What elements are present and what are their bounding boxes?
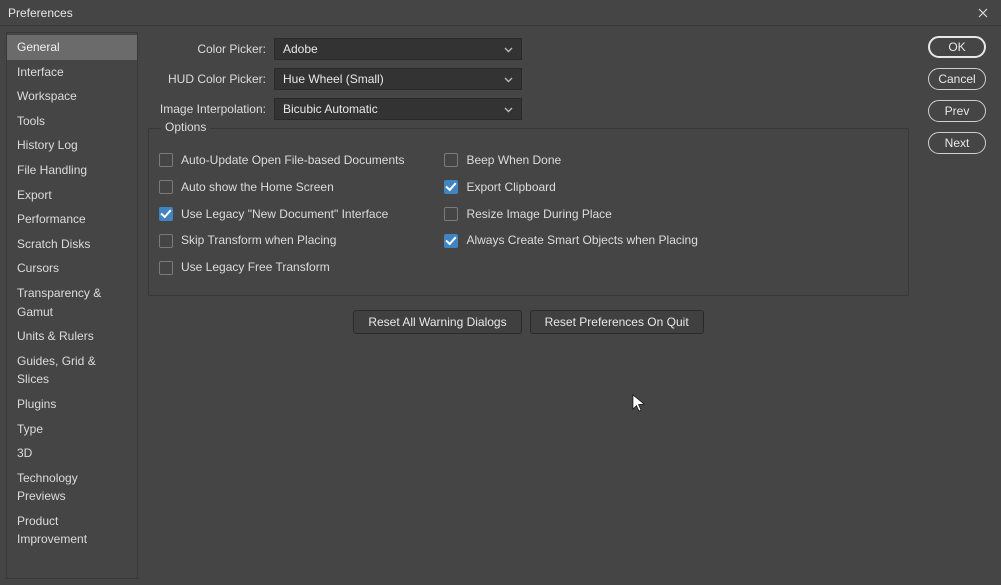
checkbox[interactable] [159,180,173,194]
checkbox[interactable] [444,180,458,194]
sidebar-item-label: Interface [17,65,64,79]
option-label: Beep When Done [466,152,561,169]
sidebar-item-type[interactable]: Type [7,417,137,442]
chevron-down-icon [504,102,513,116]
color-picker-dropdown[interactable]: Adobe [274,38,522,60]
sidebar-item-transparency-gamut[interactable]: Transparency & Gamut [7,281,137,324]
sidebar-item-label: General [17,40,60,54]
sidebar-item-guides-grid-slices[interactable]: Guides, Grid & Slices [7,349,137,392]
hud-color-picker-dropdown[interactable]: Hue Wheel (Small) [274,68,522,90]
checkbox[interactable] [159,153,173,167]
checkbox[interactable] [444,234,458,248]
hud-color-picker-value: Hue Wheel (Small) [283,72,384,86]
reset-preferences-on-quit-button[interactable]: Reset Preferences On Quit [530,310,704,334]
prev-button[interactable]: Prev [928,100,986,122]
sidebar-item-label: Cursors [17,261,59,275]
option-left-4[interactable]: Use Legacy Free Transform [159,254,404,281]
sidebar-item-general[interactable]: General [7,35,137,60]
option-label: Always Create Smart Objects when Placing [466,232,697,249]
next-button[interactable]: Next [928,132,986,154]
color-picker-value: Adobe [283,42,318,56]
option-label: Auto show the Home Screen [181,179,334,196]
option-right-1[interactable]: Export Clipboard [444,174,697,201]
image-interpolation-label: Image Interpolation: [148,102,266,116]
checkbox[interactable] [159,234,173,248]
cancel-button[interactable]: Cancel [928,68,986,90]
sidebar-item-tools[interactable]: Tools [7,109,137,134]
sidebar-item-product-improvement[interactable]: Product Improvement [7,509,137,552]
sidebar-item-label: Technology Previews [17,471,78,504]
checkbox[interactable] [444,153,458,167]
sidebar-item-file-handling[interactable]: File Handling [7,158,137,183]
options-legend: Options [161,120,210,134]
close-button[interactable] [973,3,993,23]
button-label: OK [948,40,965,54]
titlebar: Preferences [0,0,1001,26]
sidebar-item-workspace[interactable]: Workspace [7,84,137,109]
button-label: Cancel [938,72,975,86]
option-label: Use Legacy "New Document" Interface [181,206,388,223]
option-left-2[interactable]: Use Legacy "New Document" Interface [159,201,404,228]
chevron-down-icon [504,42,513,56]
button-label: Next [945,136,970,150]
sidebar-item-history-log[interactable]: History Log [7,133,137,158]
option-label: Auto-Update Open File-based Documents [181,152,404,169]
sidebar-item-label: Product Improvement [17,514,87,547]
sidebar-item-label: Transparency & Gamut [17,286,101,319]
sidebar-item-label: 3D [17,446,32,460]
option-label: Export Clipboard [466,179,555,196]
sidebar-item-interface[interactable]: Interface [7,60,137,85]
option-left-0[interactable]: Auto-Update Open File-based Documents [159,147,404,174]
sidebar-item-label: Workspace [17,89,77,103]
window-title: Preferences [8,6,73,20]
option-label: Use Legacy Free Transform [181,259,330,276]
option-right-0[interactable]: Beep When Done [444,147,697,174]
sidebar-item-label: File Handling [17,163,87,177]
image-interpolation-value: Bicubic Automatic [283,102,378,116]
sidebar-item-technology-previews[interactable]: Technology Previews [7,466,137,509]
sidebar-item-label: Export [17,188,52,202]
action-panel: OK Cancel Prev Next [919,32,995,579]
sidebar-item-label: Units & Rulers [17,329,94,343]
option-label: Resize Image During Place [466,206,611,223]
sidebar-item-label: Plugins [17,397,56,411]
sidebar-item-scratch-disks[interactable]: Scratch Disks [7,232,137,257]
chevron-down-icon [504,72,513,86]
close-icon [978,8,988,18]
options-group: Options Auto-Update Open File-based Docu… [148,128,909,296]
option-label: Skip Transform when Placing [181,232,336,249]
hud-color-picker-label: HUD Color Picker: [148,72,266,86]
option-left-3[interactable]: Skip Transform when Placing [159,227,404,254]
sidebar-item-label: Type [17,422,43,436]
option-right-2[interactable]: Resize Image During Place [444,201,697,228]
button-label: Prev [945,104,970,118]
sidebar: General Interface Workspace Tools History Lo… [6,32,138,579]
image-interpolation-dropdown[interactable]: Bicubic Automatic [274,98,522,120]
sidebar-item-3d[interactable]: 3D [7,441,137,466]
sidebar-item-label: Guides, Grid & Slices [17,354,96,387]
sidebar-item-label: Tools [17,114,45,128]
sidebar-item-plugins[interactable]: Plugins [7,392,137,417]
option-right-3[interactable]: Always Create Smart Objects when Placing [444,227,697,254]
sidebar-item-export[interactable]: Export [7,183,137,208]
sidebar-item-label: Scratch Disks [17,237,90,251]
reset-warning-dialogs-button[interactable]: Reset All Warning Dialogs [353,310,521,334]
sidebar-item-label: Performance [17,212,86,226]
sidebar-item-label: History Log [17,138,78,152]
main-panel: Color Picker: Adobe HUD Color Picker: Hu… [144,32,913,579]
ok-button[interactable]: OK [928,36,986,58]
button-label: Reset Preferences On Quit [545,315,689,329]
button-label: Reset All Warning Dialogs [368,315,506,329]
sidebar-item-units-rulers[interactable]: Units & Rulers [7,324,137,349]
sidebar-item-performance[interactable]: Performance [7,207,137,232]
option-left-1[interactable]: Auto show the Home Screen [159,174,404,201]
checkbox[interactable] [159,261,173,275]
sidebar-item-cursors[interactable]: Cursors [7,256,137,281]
checkbox[interactable] [444,207,458,221]
color-picker-label: Color Picker: [148,42,266,56]
checkbox[interactable] [159,207,173,221]
